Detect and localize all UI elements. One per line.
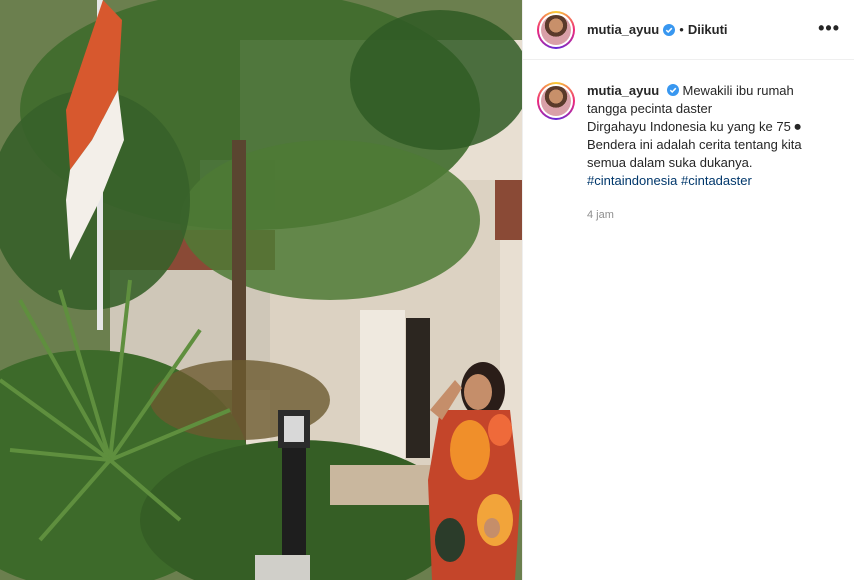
- caption-username-link[interactable]: mutia_ayuu: [587, 83, 659, 98]
- caption-block: mutia_ayuu Mewakili ibu rumah tangga pec…: [523, 60, 854, 224]
- caption-avatar[interactable]: [537, 82, 575, 120]
- caption-text: mutia_ayuu Mewakili ibu rumah tangga pec…: [587, 82, 819, 224]
- post-header: mutia_ayuu • Diikuti •••: [523, 0, 854, 60]
- caption-line: Dirgahayu Indonesia ku yang ke 75 ⏺: [587, 119, 801, 134]
- more-options-icon[interactable]: •••: [818, 18, 840, 39]
- hashtag-link[interactable]: #cintadaster: [681, 173, 752, 188]
- caption-line: tangga pecinta daster: [587, 101, 713, 116]
- photo-scene: [0, 0, 522, 580]
- username-link[interactable]: mutia_ayuu: [587, 22, 659, 37]
- caption-line: Mewakili ibu rumah: [682, 83, 794, 98]
- avatar[interactable]: [537, 10, 575, 49]
- post-viewer: mutia_ayuu • Diikuti ••• mutia_ayuu Mewa…: [0, 0, 854, 580]
- caption-line: semua dalam suka dukanya.: [587, 155, 753, 170]
- hashtag-link[interactable]: #cintaindonesia: [587, 173, 677, 188]
- post-photo[interactable]: [0, 0, 522, 580]
- post-timestamp[interactable]: 4 jam: [587, 206, 819, 224]
- follow-status-button[interactable]: Diikuti: [688, 22, 728, 37]
- separator-dot: •: [679, 22, 684, 37]
- post-sidebar: mutia_ayuu • Diikuti ••• mutia_ayuu Mewa…: [522, 0, 854, 580]
- verified-badge-icon: [666, 84, 679, 96]
- caption-line: Bendera ini adalah cerita tentang kita: [587, 137, 802, 152]
- verified-badge-icon: [663, 23, 676, 36]
